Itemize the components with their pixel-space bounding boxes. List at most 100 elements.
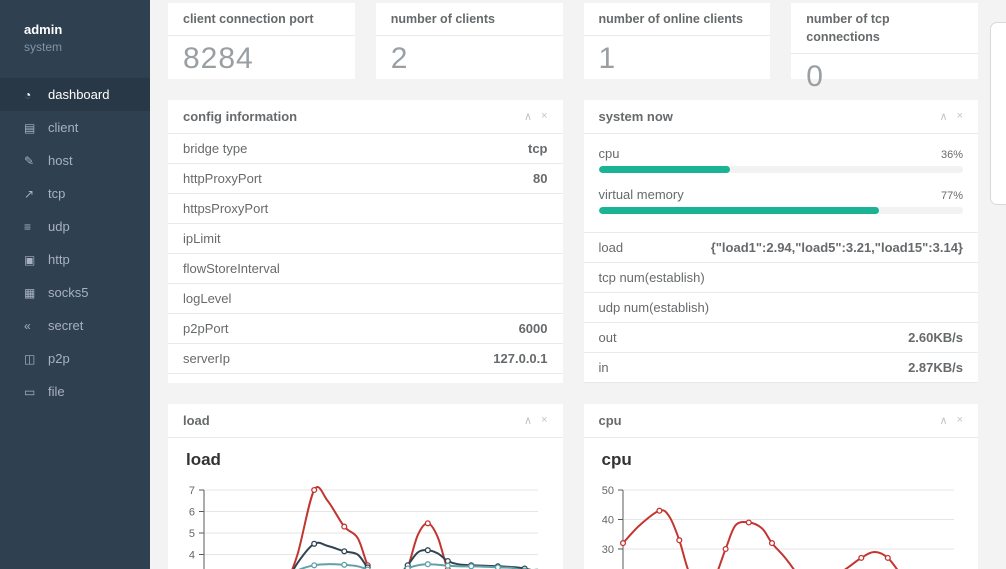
sidebar-item-http[interactable]: ▣ http: [0, 243, 150, 276]
sidebar-item-label: tcp: [48, 186, 66, 201]
sidebar-item-host[interactable]: ✎ host: [0, 144, 150, 177]
chart-panels-row: load ∧ × load 765432 cpu ∧ × cpu: [168, 404, 978, 569]
scrollbar-thumb[interactable]: [990, 22, 1006, 205]
row-label: udp num(establish): [598, 300, 710, 315]
load-chart-panel: load ∧ × load 765432: [168, 404, 563, 569]
virtual-memory-gauge: virtual memory 77%: [598, 187, 963, 214]
stat-card-number-of-tcp-connections: number of tcp connections 0: [791, 3, 978, 93]
row-label: flowStoreInterval: [183, 261, 280, 276]
row-label: in: [598, 360, 609, 375]
table-row: httpsProxyPort: [168, 194, 563, 224]
line-chart-icon: ↗: [24, 186, 35, 201]
config-information-panel: config information ∧ × bridge type tcp h…: [168, 100, 563, 383]
sidebar-item-socks5[interactable]: ▦ socks5: [0, 276, 150, 309]
stat-cards-row: client connection port 8284 number of cl…: [168, 3, 978, 93]
stat-label: number of online clients: [598, 12, 743, 26]
svg-text:50: 50: [601, 485, 613, 497]
close-icon[interactable]: ×: [541, 414, 547, 427]
close-icon[interactable]: ×: [957, 110, 963, 123]
row-value: 80: [533, 171, 548, 186]
collapse-icon[interactable]: ∧: [940, 414, 948, 427]
user-name: admin: [24, 22, 63, 37]
stat-value: 2: [390, 42, 409, 75]
system-now-panel: system now ∧ × cpu 36% virtual memory 77…: [583, 100, 979, 383]
collapse-icon[interactable]: ∧: [524, 414, 532, 427]
svg-text:40: 40: [601, 515, 613, 527]
sidebar-item-file[interactable]: ▭ file: [0, 375, 150, 408]
stat-value: 0: [806, 60, 824, 93]
panel-title: cpu: [598, 413, 622, 428]
table-row: httpProxyPort 80: [168, 164, 563, 194]
sidebar-item-secret[interactable]: « secret: [0, 309, 150, 342]
pencil-icon: ✎: [24, 153, 35, 168]
chart-title: load: [186, 450, 221, 469]
nps-admin-dashboard: admin system ◔ dashboard ▤ client ✎ host…: [0, 0, 1006, 569]
sidebar-item-label: dashboard: [48, 87, 110, 102]
sidebar-item-udp[interactable]: ≡ udp: [0, 210, 150, 243]
table-icon: ▦: [24, 285, 36, 300]
dashboard-icon: ◔: [24, 87, 32, 102]
row-label: httpProxyPort: [183, 171, 262, 186]
close-icon[interactable]: ×: [957, 414, 963, 427]
table-row: in 2.87KB/s: [583, 353, 978, 383]
sidebar-item-dashboard[interactable]: ◔ dashboard: [0, 78, 150, 111]
progress-fill: [598, 207, 880, 214]
panel-title: system now: [598, 109, 673, 124]
progress-track: [598, 166, 963, 173]
panel-title: load: [183, 413, 210, 428]
row-value: {"load1":2.94,"load5":3.21,"load15":3.14…: [710, 240, 963, 255]
info-panels-row: config information ∧ × bridge type tcp h…: [168, 100, 978, 383]
main-content: client connection port 8284 number of cl…: [150, 0, 1006, 569]
table-row: tcp num(establish): [583, 263, 978, 293]
sidebar: admin system ◔ dashboard ▤ client ✎ host…: [0, 0, 150, 569]
laptop-icon: ▭: [24, 384, 36, 399]
panel-title: config information: [183, 109, 298, 124]
svg-text:5: 5: [189, 528, 195, 540]
sidebar-item-client[interactable]: ▤ client: [0, 111, 150, 144]
sidebar-user-panel: admin system: [0, 0, 150, 68]
table-row: bridge type tcp: [168, 134, 563, 164]
row-label: bridge type: [183, 141, 248, 156]
stat-card-client-connection-port: client connection port 8284: [168, 3, 355, 79]
progress-track: [598, 207, 963, 214]
svg-text:4: 4: [189, 550, 195, 562]
table-row: ipLimit: [168, 224, 563, 254]
row-label: logLevel: [183, 291, 232, 306]
browser-icon: ▣: [24, 252, 36, 267]
table-row: logLevel: [168, 284, 563, 314]
table-row: out 2.60KB/s: [583, 323, 978, 353]
gauge-label: virtual memory: [598, 187, 684, 202]
sidebar-item-label: http: [48, 252, 70, 267]
sidebar-item-label: file: [48, 384, 65, 399]
svg-text:6: 6: [189, 507, 195, 519]
row-value: tcp: [528, 141, 548, 156]
row-label: serverIp: [183, 351, 230, 366]
table-row: load {"load1":2.94,"load5":3.21,"load15"…: [583, 233, 978, 263]
stat-card-number-of-clients: number of clients 2: [375, 3, 563, 79]
stat-value: 8284: [183, 42, 254, 75]
system-gauges: cpu 36% virtual memory 77%: [584, 134, 979, 232]
gauge-percent: 36%: [940, 149, 963, 161]
sidebar-item-p2p[interactable]: ◫ p2p: [0, 342, 150, 375]
row-label: out: [598, 330, 617, 345]
row-label: p2pPort: [183, 321, 229, 336]
row-label: ipLimit: [183, 231, 221, 246]
close-icon[interactable]: ×: [541, 110, 547, 123]
progress-fill: [598, 166, 730, 173]
sidebar-item-label: socks5: [48, 285, 89, 300]
user-role: system: [24, 40, 63, 54]
svg-text:7: 7: [189, 485, 195, 497]
row-value: 6000: [518, 321, 548, 336]
table-row: p2pPort 6000: [168, 314, 563, 344]
cpu-gauge: cpu 36%: [598, 146, 963, 173]
copy-icon: ▤: [24, 120, 36, 135]
sidebar-item-tcp[interactable]: ↗ tcp: [0, 177, 150, 210]
sidebar-item-label: client: [48, 120, 79, 135]
collapse-icon[interactable]: ∧: [524, 110, 532, 123]
config-table: bridge type tcp httpProxyPort 80 httpsPr…: [168, 134, 563, 374]
cpu-chart-panel: cpu ∧ × cpu 5040302010: [583, 404, 979, 569]
svg-text:30: 30: [601, 544, 613, 556]
cpu-line-chart: 5040302010: [584, 480, 979, 569]
sidebar-item-label: secret: [48, 318, 84, 333]
collapse-icon[interactable]: ∧: [940, 110, 948, 123]
